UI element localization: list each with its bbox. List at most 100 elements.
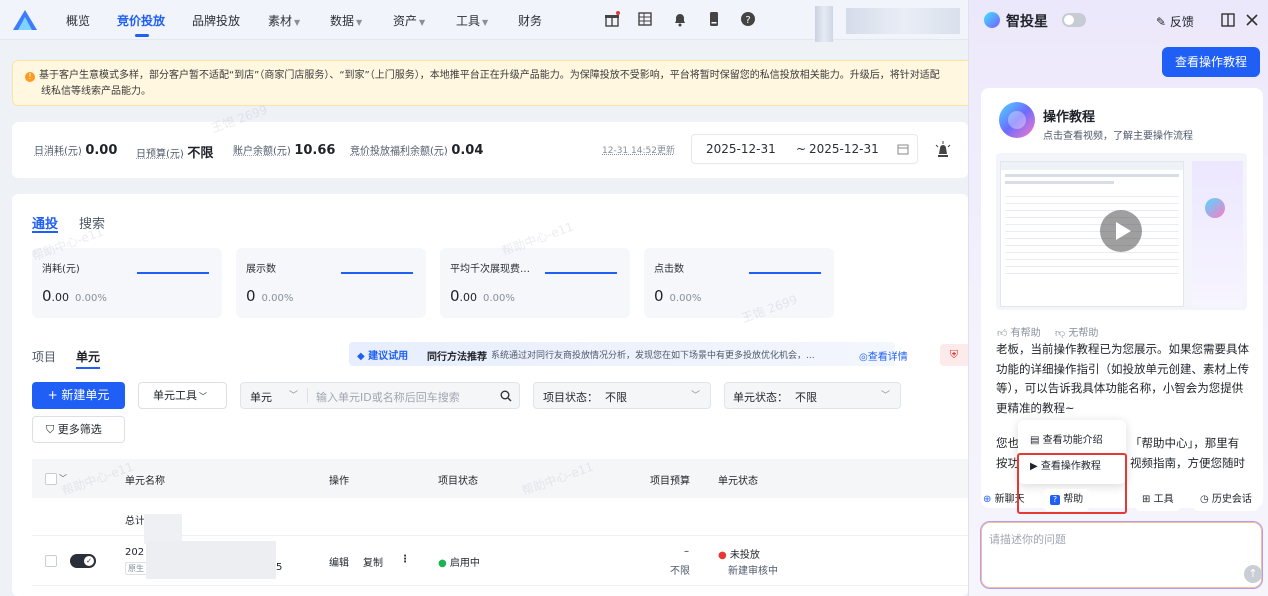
bell-icon[interactable] <box>672 11 688 27</box>
nav-item-finance[interactable]: 财务 <box>518 12 542 29</box>
sparkline <box>341 272 413 274</box>
recommend-tag: ◆ 建议试用 <box>357 351 409 362</box>
project-status-select[interactable]: 项目状态： 不限 ﹀ <box>533 382 711 409</box>
sparkline <box>749 272 821 274</box>
shield-icon[interactable]: ⛨ <box>940 344 968 366</box>
account-name[interactable] <box>846 8 960 34</box>
assistant-title: 智投星 <box>1006 14 1048 30</box>
tab-general[interactable]: 通投 <box>32 213 58 232</box>
tab-project[interactable]: 项目 <box>32 348 56 365</box>
tutorial-video-thumbnail[interactable] <box>996 153 1247 310</box>
phone-icon[interactable] <box>706 11 722 27</box>
sparkline <box>545 272 617 274</box>
nav-item-assets[interactable]: 资产 ▼ <box>393 12 425 29</box>
metric-card-cpm[interactable]: 平均千次展现费… 0.00 0.00% <box>440 248 630 318</box>
close-icon[interactable] <box>1245 13 1259 27</box>
unit-status-select[interactable]: 单元状态： 不限 ﹀ <box>724 382 901 409</box>
chevron-down-icon: ﹀ <box>199 392 207 401</box>
search-icon[interactable] <box>500 390 512 402</box>
svg-text:?: ? <box>745 15 750 26</box>
total-label: 总计 <box>125 516 145 527</box>
status-dot: ● <box>438 558 447 569</box>
select-all-checkbox[interactable] <box>45 473 57 485</box>
chevron-down-icon: ▼ <box>356 18 363 27</box>
highlight-outline <box>1017 453 1127 514</box>
history-icon: ◷ <box>1200 494 1209 505</box>
menu-item-feature-intro[interactable]: ▤ 查看功能介绍 <box>1030 431 1103 446</box>
play-icon[interactable] <box>1100 210 1142 252</box>
project-status: ● 启用中 <box>438 558 480 569</box>
new-unit-button[interactable]: + 新建单元 <box>32 382 125 409</box>
plus-circle-icon: ⊕ <box>983 494 992 505</box>
nav-item-data[interactable]: 数据 ▼ <box>330 12 362 29</box>
tab-unit[interactable]: 单元 <box>76 348 100 365</box>
subtab-active-indicator <box>76 367 100 369</box>
row-toggle[interactable]: ✓ <box>70 554 96 568</box>
view-tutorial-button[interactable]: 查看操作教程 <box>1162 47 1260 77</box>
unit-search[interactable]: 单元 ﹀ 输入单元ID或名称后回车搜索 <box>240 382 520 409</box>
helpful-button[interactable]: 👍︎ 有帮助 <box>997 324 1041 339</box>
not-helpful-button[interactable]: 👎︎ 无帮助 <box>1055 324 1098 339</box>
table-icon[interactable] <box>637 11 653 27</box>
nav-item-brand[interactable]: 品牌投放 <box>192 12 240 29</box>
unit-tools-button[interactable]: 单元工具 ﹀ <box>138 382 227 409</box>
history-chip[interactable]: ◷ 历史会话 <box>1194 489 1258 511</box>
avatar[interactable] <box>815 6 833 42</box>
feedback-button[interactable]: ✎ 反馈 <box>1156 13 1194 30</box>
metric-card-impressions[interactable]: 展示数 0 0.00% <box>236 248 426 318</box>
nav-active-indicator <box>135 34 149 37</box>
chevron-down-icon: ▼ <box>294 18 301 27</box>
update-time: 12-31 14:52更新 <box>602 146 675 156</box>
sparkline <box>137 272 209 274</box>
gift-icon[interactable] <box>604 11 620 27</box>
copy-link[interactable]: 复制 <box>363 554 383 569</box>
help-icon[interactable]: ? <box>740 11 756 27</box>
calendar-icon <box>897 144 909 155</box>
view-details-link[interactable]: ◎查看详情 <box>859 348 908 363</box>
col-project-budget[interactable]: 项目预算 <box>650 472 690 487</box>
nav-item-overview[interactable]: 概览 <box>66 12 90 29</box>
divider <box>307 388 308 403</box>
chevron-down-icon: ﹀ <box>691 391 701 401</box>
metric-card-clicks[interactable]: 点击数 0 0.00% <box>644 248 834 318</box>
tutorial-title: 操作教程 <box>1043 110 1096 125</box>
stat-daily-budget[interactable]: 日预算(元) 不限 <box>136 142 213 161</box>
tools-chip[interactable]: ⊞ 工具 <box>1136 489 1180 511</box>
row-checkbox[interactable] <box>45 555 57 567</box>
send-icon[interactable]: ↑ <box>1244 565 1262 583</box>
nav-item-bidding[interactable]: 竞价投放 <box>117 12 165 29</box>
col-project-status[interactable]: 项目状态 <box>438 472 478 487</box>
status-dot: ● <box>718 550 727 561</box>
chevron-down-icon: ﹀ <box>881 391 891 401</box>
date-range-picker[interactable]: 2025-12-31 ~ 2025-12-31 <box>691 134 918 164</box>
nav-item-tools[interactable]: 工具 ▼ <box>456 12 488 29</box>
stat-welfare-balance: 竞价投放福利余额(元) 0.04 <box>350 143 484 158</box>
unit-name[interactable]: 202 <box>125 547 144 558</box>
tab-active-indicator <box>32 231 58 233</box>
chevron-down-icon: ▼ <box>419 18 426 27</box>
more-filters-button[interactable]: ⛉ 更多筛选 <box>32 416 125 443</box>
notice-banner: ! 基于客户生意模式多样，部分客户暂不适配“到店”（商家门店服务）、“到家”（上门… <box>12 60 968 106</box>
app-logo-icon[interactable] <box>12 9 38 31</box>
edit-link[interactable]: 编辑 <box>329 554 349 569</box>
thumbs-up-icon: 👍︎ <box>997 328 1008 339</box>
tutorial-subtitle: 点击查看视频，了解主要操作流程 <box>1043 131 1193 142</box>
lamp-icon[interactable] <box>934 140 952 158</box>
col-actions: 操作 <box>329 476 349 487</box>
sidebar-toggle-icon[interactable] <box>1221 13 1235 27</box>
chat-input[interactable]: 请描述你的问题 ↑ <box>980 521 1263 589</box>
grid-icon: ⊞ <box>1142 494 1151 505</box>
assistant-logo-icon <box>984 12 1000 28</box>
document-icon: ▤ <box>1030 435 1040 446</box>
assistant-message-text: 老板，当前操作教程已为您展示。如果您需要具体功能的详细操作指引（如投放单元创建、… <box>996 342 1249 415</box>
nav-item-material[interactable]: 素材 ▼ <box>268 12 300 29</box>
tutorial-badge-icon <box>999 102 1035 138</box>
metric-card-spend[interactable]: 消耗(元) 0.00 0.00% <box>32 248 222 318</box>
more-icon[interactable]: ⋮ <box>400 554 410 565</box>
search-input[interactable]: 输入单元ID或名称后回车搜索 <box>316 389 460 405</box>
col-unit-status[interactable]: 单元状态 <box>718 472 758 487</box>
warning-icon: ! <box>25 72 35 82</box>
assistant-toggle[interactable] <box>1062 13 1086 27</box>
stat-daily-spend: 日消耗(元) 0.00 <box>34 143 118 158</box>
filter-icon: ⛉ <box>46 423 55 436</box>
